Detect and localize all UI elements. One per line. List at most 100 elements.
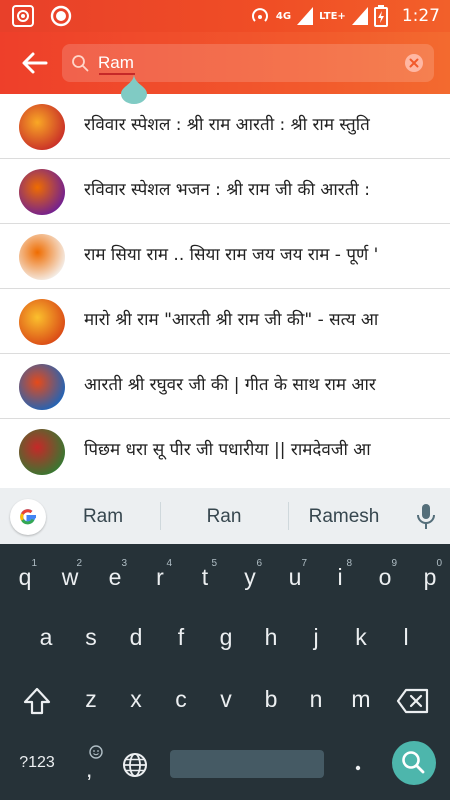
period-key[interactable] — [349, 746, 367, 776]
key-label: p — [423, 564, 437, 590]
key[interactable]: y6 — [235, 558, 265, 591]
battery-charging-icon — [373, 5, 388, 27]
result-row[interactable]: पिछम धरा सू पीर जी पधारीया || रामदेवजी आ — [0, 419, 450, 484]
status-bar: 4G LTE+ 1:27 — [0, 0, 450, 32]
key[interactable]: c — [166, 686, 196, 713]
app-notification-icon — [12, 5, 34, 27]
google-logo-icon[interactable] — [10, 499, 46, 535]
result-thumbnail — [19, 104, 65, 150]
search-go-button[interactable] — [392, 741, 436, 785]
key[interactable]: w2 — [55, 558, 85, 591]
key-label: n — [309, 686, 323, 712]
result-row[interactable]: मारो श्री राम "आरती श्री राम जी की" - सत… — [0, 289, 450, 354]
shift-icon[interactable] — [22, 686, 52, 716]
key[interactable]: s — [76, 624, 106, 651]
result-title: पिछम धरा सू पीर जी पधारीया || रामदेवजी आ — [84, 440, 371, 460]
key[interactable]: u7 — [280, 558, 310, 591]
key[interactable]: x — [121, 686, 151, 713]
result-row[interactable]: रविवार स्पेशल भजन : श्री राम जी की आरती … — [0, 159, 450, 224]
key-label: m — [351, 686, 371, 712]
key-label: i — [337, 564, 343, 590]
key[interactable]: m — [346, 686, 376, 713]
key-label: h — [264, 624, 278, 650]
key[interactable]: d — [121, 624, 151, 651]
space-bar[interactable] — [170, 750, 324, 778]
key-label: g — [219, 624, 233, 650]
result-title: मारो श्री राम "आरती श्री राम जी की" - सत… — [84, 310, 379, 330]
key-hint: 0 — [436, 558, 442, 569]
key-label: j — [313, 624, 319, 650]
search-box[interactable] — [62, 44, 434, 82]
key[interactable]: o9 — [370, 558, 400, 591]
suggestion-strip: Ram Ran Ramesh — [0, 488, 450, 544]
result-row[interactable]: राम सिया राम .. सिया राम जय जय राम - पूर… — [0, 224, 450, 289]
key[interactable]: p0 — [415, 558, 445, 591]
key-hint: 1 — [31, 558, 37, 569]
clear-search-icon[interactable] — [404, 53, 424, 73]
search-results-list: रविवार स्पेशल : श्री राम आरती : श्री राम… — [0, 94, 450, 488]
key[interactable]: h — [256, 624, 286, 651]
key-label: l — [403, 624, 409, 650]
signal-icon-2 — [351, 7, 368, 25]
hotspot-icon — [251, 8, 268, 22]
key-hint: 3 — [121, 558, 127, 569]
text-cursor-handle[interactable] — [121, 74, 147, 104]
key-label: q — [18, 564, 32, 590]
result-thumbnail — [19, 364, 65, 410]
key-hint: 6 — [256, 558, 262, 569]
key[interactable]: e3 — [100, 558, 130, 591]
key[interactable]: v — [211, 686, 241, 713]
key[interactable]: b — [256, 686, 286, 713]
clock: 1:27 — [401, 6, 440, 26]
suggestion-3[interactable]: Ramesh — [289, 506, 399, 528]
key[interactable]: g — [211, 624, 241, 651]
key-label: v — [220, 686, 232, 712]
result-thumbnail — [19, 169, 65, 215]
key[interactable]: n — [301, 686, 331, 713]
key-label: s — [85, 624, 97, 650]
soft-keyboard: Ram Ran Ramesh q1 w2 e3 r4 t5 y6 u7 i8 o9 p0 asdf g… — [0, 488, 450, 800]
result-title: राम सिया राम .. सिया राम जय जय राम - पूर… — [84, 245, 379, 265]
lte-label: LTE+ — [319, 10, 346, 22]
key-label: f — [177, 624, 185, 650]
record-notification-icon — [50, 5, 72, 27]
comma-label: , — [86, 756, 93, 782]
key-label: r — [156, 564, 164, 590]
result-thumbnail — [19, 234, 65, 280]
symbols-key[interactable]: ?123 — [12, 754, 62, 772]
key[interactable]: j — [301, 624, 331, 651]
signal-icon — [297, 7, 314, 25]
key[interactable]: f — [166, 624, 196, 651]
key[interactable]: l — [391, 624, 421, 651]
key[interactable]: t5 — [190, 558, 220, 591]
globe-icon[interactable] — [122, 752, 148, 778]
search-icon — [402, 751, 425, 774]
key[interactable]: i8 — [325, 558, 355, 591]
suggestion-1[interactable]: Ram — [48, 506, 158, 528]
key-label: k — [355, 624, 367, 650]
key-hint: 7 — [301, 558, 307, 569]
back-arrow-icon[interactable] — [20, 48, 50, 78]
key-label: y — [244, 564, 256, 590]
key-label: o — [378, 564, 392, 590]
result-thumbnail — [19, 299, 65, 345]
key[interactable]: z — [76, 686, 106, 713]
suggestion-2[interactable]: Ran — [169, 506, 279, 528]
comma-emoji-key[interactable]: , — [80, 744, 104, 784]
result-title: रविवार स्पेशल भजन : श्री राम जी की आरती … — [84, 180, 370, 200]
key[interactable]: q1 — [10, 558, 40, 591]
result-thumbnail — [19, 429, 65, 475]
key[interactable]: k — [346, 624, 376, 651]
backspace-icon[interactable] — [396, 688, 430, 714]
period-icon — [355, 765, 361, 771]
suggestion-divider — [160, 502, 161, 530]
key-hint: 4 — [166, 558, 172, 569]
key-label: z — [85, 686, 97, 712]
key[interactable]: a — [31, 624, 61, 651]
result-row[interactable]: आरती श्री रघुवर जी की | गीत के साथ राम आ… — [0, 354, 450, 419]
microphone-icon[interactable] — [416, 504, 436, 530]
key[interactable]: r4 — [145, 558, 175, 591]
result-row[interactable]: रविवार स्पेशल : श्री राम आरती : श्री राम… — [0, 94, 450, 159]
key-label: t — [201, 564, 209, 590]
key-hint: 2 — [76, 558, 82, 569]
